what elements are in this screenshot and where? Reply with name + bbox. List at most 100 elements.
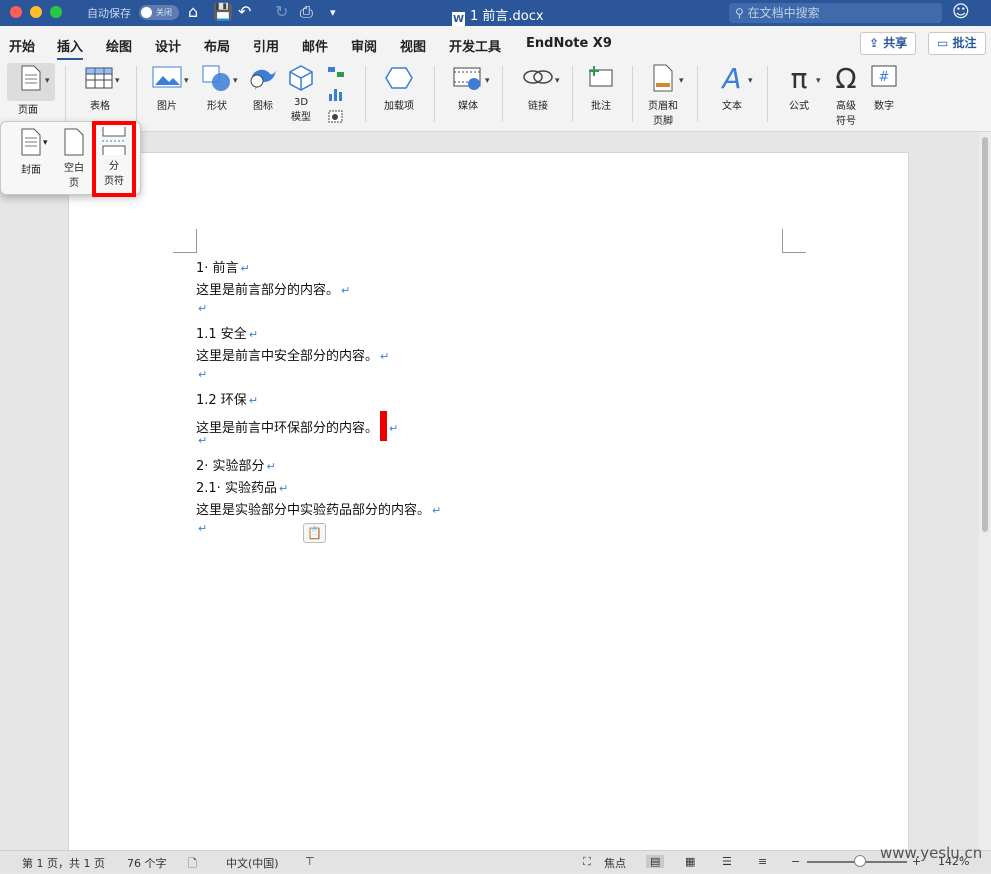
picture-dropdown-chevron-icon[interactable]: ▾ bbox=[184, 76, 189, 86]
vertical-scrollbar[interactable] bbox=[979, 132, 991, 850]
picture-label: 图片 bbox=[157, 101, 177, 112]
zoom-window-button[interactable] bbox=[50, 6, 62, 18]
smartart-button[interactable] bbox=[322, 65, 350, 82]
heading-2[interactable]: 2.1· 实验药品 ↵ bbox=[196, 477, 288, 496]
paragraph-with-cursor[interactable]: 这里是前言中环保部分的内容。 ↵ bbox=[196, 411, 398, 441]
tab-view[interactable]: 视图 bbox=[400, 36, 426, 55]
feedback-smiley-icon[interactable]: ☺ bbox=[952, 2, 970, 22]
language[interactable]: 中文(中国) bbox=[226, 855, 279, 871]
tab-design[interactable]: 设计 bbox=[155, 36, 181, 55]
symbol-button[interactable]: Ω 高级 符号 bbox=[828, 64, 864, 128]
media-dropdown-chevron-icon[interactable]: ▾ bbox=[485, 76, 490, 86]
cover-page-button[interactable]: ▾ 封面 bbox=[9, 128, 53, 176]
print-icon[interactable]: ⎙ bbox=[300, 2, 313, 22]
empty-paragraph[interactable]: ↵ bbox=[196, 521, 207, 536]
paragraph[interactable]: 这里是前言中安全部分的内容。 ↵ bbox=[196, 345, 389, 364]
heading-1[interactable]: 2· 实验部分 ↵ bbox=[196, 455, 276, 474]
cover-page-icon bbox=[21, 128, 41, 156]
print-layout-view-icon[interactable]: ▤ bbox=[646, 855, 665, 868]
tab-references[interactable]: 引用 bbox=[253, 36, 279, 55]
ribbon-divider bbox=[572, 66, 573, 122]
share-button[interactable]: ⇪ 共享 bbox=[860, 32, 917, 55]
ribbon-tab-bar: 开始 插入 绘图 设计 布局 引用 邮件 审阅 视图 开发工具 EndNote … bbox=[0, 26, 991, 61]
addins-button[interactable]: 加载项 bbox=[378, 64, 420, 112]
header-footer-dropdown-chevron-icon[interactable]: ▾ bbox=[679, 76, 684, 86]
picture-button[interactable]: 图片 bbox=[148, 64, 186, 112]
table-button[interactable]: 表格 bbox=[78, 64, 122, 112]
shapes-button[interactable]: 形状 bbox=[198, 64, 236, 112]
minimize-window-button[interactable] bbox=[30, 6, 42, 18]
tab-home[interactable]: 开始 bbox=[9, 36, 35, 55]
close-window-button[interactable] bbox=[10, 6, 22, 18]
table-dropdown-chevron-icon[interactable]: ▾ bbox=[115, 76, 120, 86]
paste-options-clipboard-icon[interactable]: 📋 bbox=[303, 523, 326, 543]
link-button[interactable]: 链接 bbox=[516, 64, 560, 112]
word-count[interactable]: 76 个字 bbox=[127, 855, 167, 871]
paragraph-mark: ↵ bbox=[198, 522, 208, 535]
heading-2-text: 1.2 环保 bbox=[196, 393, 247, 408]
page-count[interactable]: 第 1 页，共 1 页 bbox=[22, 855, 105, 871]
save-icon[interactable]: 💾 bbox=[213, 2, 233, 21]
heading-2[interactable]: 1.2 环保 ↵ bbox=[196, 389, 258, 408]
new-comment-button[interactable]: 批注 bbox=[582, 64, 620, 112]
chart-button[interactable] bbox=[322, 86, 350, 105]
undo-icon[interactable]: ↶ bbox=[238, 2, 251, 21]
proofing-icon[interactable]: 🗋 bbox=[188, 855, 197, 874]
cover-dropdown-chevron-icon[interactable]: ▾ bbox=[43, 138, 48, 148]
document-page[interactable]: 1· 前言 ↵ 这里是前言部分的内容。 ↵ ↵ 1.1 安全 ↵ 这里是前言中安全部分… bbox=[68, 152, 909, 852]
number-button[interactable]: # 数字 bbox=[866, 64, 902, 112]
comments-button[interactable]: ▭ 批注 bbox=[928, 32, 986, 55]
icons-button[interactable]: 图标 bbox=[244, 64, 282, 112]
tab-developer[interactable]: 开发工具 bbox=[449, 36, 501, 55]
header-footer-button[interactable]: 页眉和 页脚 bbox=[642, 64, 684, 127]
tab-insert[interactable]: 插入 bbox=[57, 36, 84, 61]
svg-text:#: # bbox=[879, 70, 890, 85]
page-label: 页面 bbox=[18, 105, 38, 116]
screenshot-button[interactable] bbox=[322, 108, 350, 127]
focus-label[interactable]: 焦点 bbox=[604, 855, 626, 871]
document-canvas: 1· 前言 ↵ 这里是前言部分的内容。 ↵ ↵ 1.1 安全 ↵ 这里是前言中安全部分… bbox=[0, 132, 991, 852]
paragraph[interactable]: 这里是实验部分中实验药品部分的内容。 ↵ bbox=[196, 499, 441, 518]
tab-draw[interactable]: 绘图 bbox=[106, 36, 132, 55]
search-input[interactable]: ⚲ 在文档中搜索 bbox=[729, 3, 942, 23]
heading-2[interactable]: 1.1 安全 ↵ bbox=[196, 323, 258, 342]
autosave-toggle[interactable]: 关闭 bbox=[139, 5, 179, 20]
symbol-label-line2: 符号 bbox=[836, 116, 856, 127]
tab-review[interactable]: 审阅 bbox=[351, 36, 377, 55]
zoom-slider-knob[interactable] bbox=[854, 855, 866, 867]
header-footer-icon bbox=[647, 64, 679, 94]
customize-toolbar-icon[interactable]: ▾ bbox=[330, 6, 336, 19]
heading-1[interactable]: 1· 前言 ↵ bbox=[196, 257, 250, 276]
focus-icon[interactable]: ⛶ bbox=[583, 855, 591, 869]
autosave-label: 自动保存 bbox=[87, 7, 131, 20]
text-button[interactable]: A 文本 bbox=[712, 64, 752, 113]
equation-button[interactable]: π 公式 bbox=[781, 64, 817, 113]
zoom-out-icon[interactable]: − bbox=[791, 855, 800, 868]
new-comment-label: 批注 bbox=[591, 101, 611, 112]
media-button[interactable]: 媒体 bbox=[448, 64, 488, 112]
page-icon bbox=[15, 63, 47, 93]
home-icon[interactable]: ⌂ bbox=[188, 2, 198, 21]
redo-icon[interactable]: ↻ bbox=[275, 2, 288, 21]
outline-view-icon[interactable]: ☰ bbox=[722, 855, 732, 868]
scrollbar-thumb[interactable] bbox=[982, 137, 988, 532]
text-dropdown-chevron-icon[interactable]: ▾ bbox=[748, 76, 753, 86]
paragraph[interactable]: 这里是前言部分的内容。 ↵ bbox=[196, 279, 350, 298]
blank-page-button[interactable]: 空白 页 bbox=[56, 128, 92, 189]
track-changes-icon[interactable]: ⊤ bbox=[305, 855, 315, 868]
empty-paragraph[interactable]: ↵ bbox=[196, 367, 207, 382]
shapes-dropdown-chevron-icon[interactable]: ▾ bbox=[233, 76, 238, 86]
blank-page-label-line1: 空白 bbox=[64, 163, 84, 174]
3d-models-button[interactable]: 3D 模型 bbox=[284, 64, 318, 123]
tab-layout[interactable]: 布局 bbox=[204, 36, 230, 55]
empty-paragraph[interactable]: ↵ bbox=[196, 301, 207, 316]
page-dropdown-chevron-icon[interactable]: ▾ bbox=[45, 76, 50, 86]
web-layout-view-icon[interactable]: ▦ bbox=[685, 855, 695, 868]
empty-paragraph[interactable]: ↵ bbox=[196, 433, 207, 448]
equation-dropdown-chevron-icon[interactable]: ▾ bbox=[816, 76, 821, 86]
tab-mailings[interactable]: 邮件 bbox=[302, 36, 328, 55]
draft-view-icon[interactable]: ≡ bbox=[758, 855, 767, 868]
addins-label: 加载项 bbox=[384, 101, 414, 112]
tab-endnote[interactable]: EndNote X9 bbox=[526, 36, 612, 51]
link-dropdown-chevron-icon[interactable]: ▾ bbox=[555, 76, 560, 86]
